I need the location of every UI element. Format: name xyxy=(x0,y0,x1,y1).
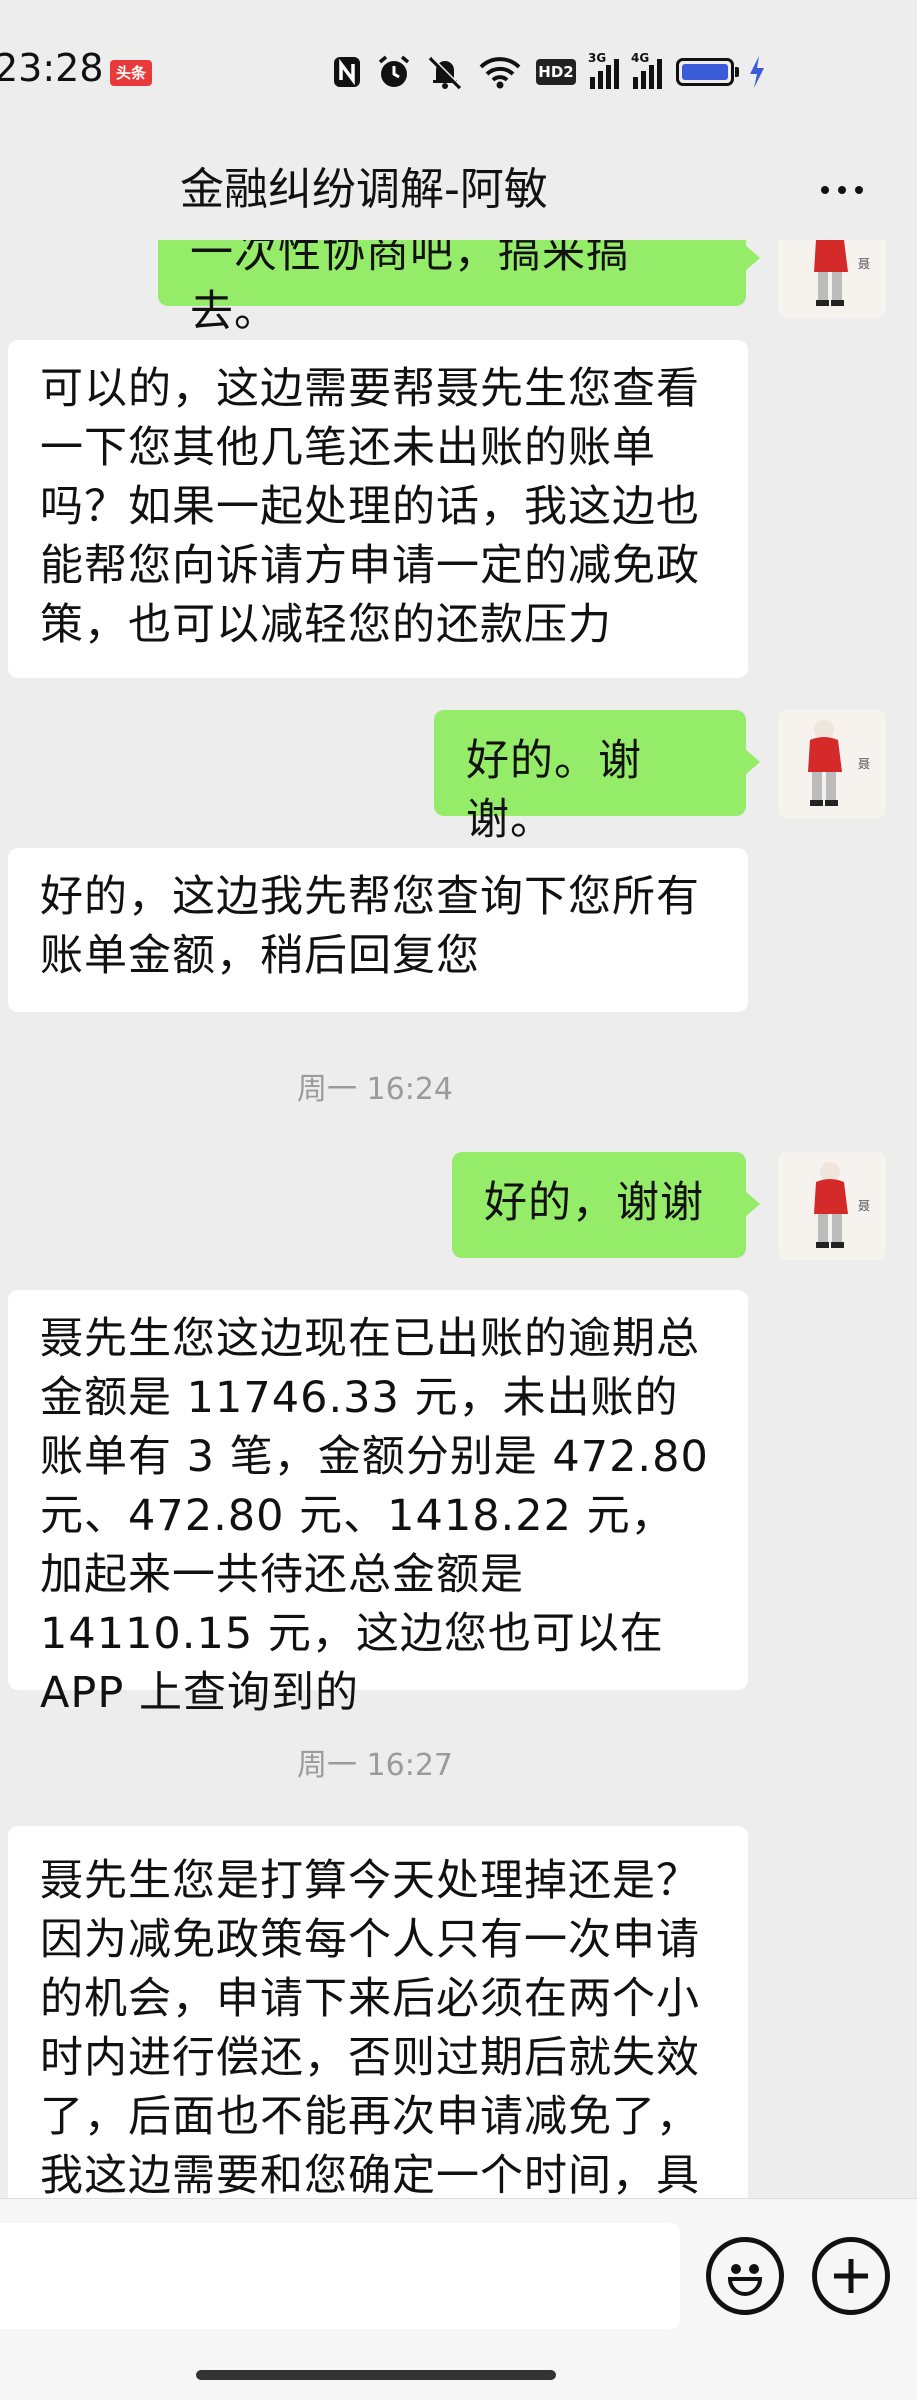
status-time: 23:28 xyxy=(0,46,104,90)
avatar[interactable]: 聂 xyxy=(778,240,886,318)
user-avatar-icon: 聂 xyxy=(778,1152,886,1260)
user-avatar-icon: 聂 xyxy=(778,710,886,818)
battery-icon xyxy=(676,58,739,86)
plus-icon xyxy=(834,2259,868,2293)
emoji-button[interactable] xyxy=(706,2237,784,2315)
message-timestamp: 周一 16:24 xyxy=(297,1072,453,1107)
home-indicator[interactable] xyxy=(196,2370,556,2380)
chat-header: 金融纠纷调解-阿敏 xyxy=(0,140,917,240)
avatar[interactable]: 聂 xyxy=(778,1152,886,1260)
mute-icon xyxy=(428,56,462,90)
message-timestamp: 周一 16:27 xyxy=(297,1748,453,1783)
nfc-icon xyxy=(334,57,360,87)
message-outgoing[interactable]: 好的，谢谢 xyxy=(452,1152,760,1258)
toutiao-notification-icon: 头条 xyxy=(110,60,152,86)
message-incoming[interactable]: 好的，这边我先帮您查询下您所有账单金额，稍后回复您 xyxy=(8,848,748,1012)
status-icons: HD2 3G 4G xyxy=(332,50,766,94)
chat-title: 金融纠纷调解-阿敏 xyxy=(180,164,548,215)
status-bar: 23:28 头条 HD2 3G 4G xyxy=(0,0,917,140)
more-dots-icon xyxy=(821,186,829,194)
signal-3g-icon: 3G xyxy=(588,51,619,89)
signal-4g-icon: 4G xyxy=(631,51,662,89)
wifi-icon xyxy=(479,57,521,89)
svg-text:聂: 聂 xyxy=(858,757,870,771)
more-button[interactable] xyxy=(812,170,872,210)
alarm-icon xyxy=(378,55,410,87)
hd-voice-icon: HD2 xyxy=(536,59,576,85)
message-incoming[interactable]: 聂先生您是打算今天处理掉还是？因为减免政策每个人只有一次申请的机会，申请下来后必… xyxy=(8,1826,748,2198)
message-input[interactable] xyxy=(0,2223,680,2329)
message-outgoing[interactable]: 一次性协商吧，搞来搞去。 xyxy=(158,240,760,337)
message-list[interactable]: 一次性协商吧，搞来搞去。 聂 可以的，这边需要帮聂先生您查看一下您其他几笔还未出… xyxy=(0,240,917,2198)
svg-text:聂: 聂 xyxy=(858,257,870,271)
message-incoming[interactable]: 聂先生您这边现在已出账的逾期总金额是 11746.33 元，未出账的账单有 3 … xyxy=(8,1290,748,1718)
emoji-icon xyxy=(727,2264,763,2296)
user-avatar-icon: 聂 xyxy=(778,240,886,318)
message-incoming[interactable]: 可以的，这边需要帮聂先生您查看一下您其他几笔还未出账的账单吗？如果一起处理的话，… xyxy=(8,340,748,678)
svg-text:聂: 聂 xyxy=(858,1199,870,1213)
charging-icon xyxy=(750,56,764,88)
add-button[interactable] xyxy=(812,2237,890,2315)
avatar[interactable]: 聂 xyxy=(778,710,886,818)
message-outgoing[interactable]: 好的。谢谢。 xyxy=(434,710,760,845)
